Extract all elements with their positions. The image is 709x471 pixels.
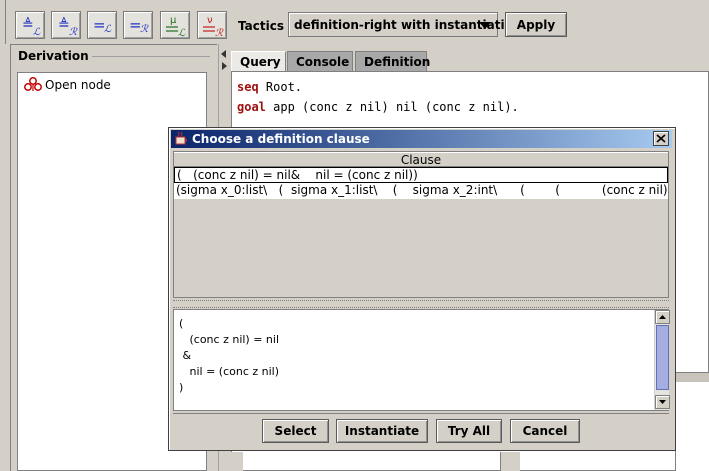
tactics-label: Tactics	[238, 19, 284, 33]
clause-table-empty-area	[174, 199, 668, 297]
dialog-split-divider[interactable]	[173, 300, 669, 308]
svg-text:ℒ: ℒ	[178, 28, 186, 39]
svg-text:ℛ: ℛ	[69, 27, 78, 38]
def-left-icon: ≜ ℒ	[22, 17, 41, 38]
detail-scrollbar[interactable]	[654, 310, 670, 410]
clause-column-header[interactable]: Clause	[174, 152, 668, 167]
panel-divider[interactable]	[675, 372, 709, 382]
open-node-icon	[24, 77, 42, 91]
eq-right-icon: = ℛ	[129, 16, 149, 35]
def-left-button[interactable]: ≜ ℒ	[15, 11, 45, 39]
svg-text:ℛ: ℛ	[215, 28, 224, 39]
clause-detail-line: &	[179, 349, 192, 362]
tab-console[interactable]: Console	[287, 51, 353, 71]
query-text: Root.	[258, 80, 303, 94]
cancel-button[interactable]: Cancel	[510, 419, 580, 443]
dialog-title: Choose a definition clause	[192, 132, 370, 146]
try-all-button[interactable]: Try All	[436, 419, 502, 443]
svg-text:ℛ: ℛ	[140, 24, 149, 35]
select-button[interactable]: Select	[262, 419, 329, 443]
lower-panel	[675, 382, 709, 471]
left-scrollbar[interactable]	[221, 452, 243, 471]
query-line: goal app (conc z nil) nil (conc z nil).	[237, 100, 519, 114]
nu-right-button[interactable]: ν ℛ	[197, 11, 227, 39]
eq-left-button[interactable]: = ℒ	[87, 11, 117, 39]
derivation-title-rule	[80, 56, 210, 57]
apply-button[interactable]: Apply	[505, 12, 567, 37]
svg-text:μ: μ	[170, 15, 177, 26]
scroll-up-button[interactable]	[655, 310, 670, 324]
svg-text:ℒ: ℒ	[104, 24, 112, 35]
scroll-down-button[interactable]	[655, 395, 670, 409]
svg-text:ℒ: ℒ	[33, 27, 41, 38]
collapse-left-icon[interactable]	[221, 50, 226, 58]
scroll-thumb[interactable]	[656, 325, 669, 390]
nu-right-icon: ν ℛ	[203, 15, 224, 39]
query-text: app (conc z nil) nil (conc z nil).	[265, 100, 519, 114]
svg-text:ν: ν	[207, 15, 213, 26]
clause-detail-line: nil = (conc z nil)	[179, 365, 280, 378]
query-line: seq Root.	[237, 80, 302, 94]
toolbar-edge	[0, 0, 6, 44]
clause-row[interactable]: (sigma x_0:list\ ( sigma x_1:list\ ( sig…	[174, 183, 668, 199]
clause-detail-line: )	[179, 381, 184, 394]
open-node-label[interactable]: Open node	[45, 78, 111, 92]
close-icon	[656, 134, 666, 143]
dialog-close-button[interactable]	[653, 131, 669, 146]
clause-row[interactable]: ( (conc z nil) = nil& nil = (conc z nil)…	[174, 167, 668, 183]
clause-detail-line: (conc z nil) = nil	[179, 333, 280, 346]
arrow-up-icon	[659, 315, 666, 319]
tab-definition[interactable]: Definition	[355, 51, 430, 71]
query-keyword: seq	[237, 80, 259, 94]
def-right-icon: ≜ ℛ	[58, 17, 78, 38]
derivation-title: Derivation	[18, 49, 92, 63]
eq-right-button[interactable]: = ℛ	[123, 11, 153, 39]
dropdown-arrow-icon	[479, 22, 491, 29]
tactic-select[interactable]: definition-right with instantiation	[288, 12, 521, 37]
eq-left-icon: = ℒ	[93, 16, 112, 35]
instantiate-button[interactable]: Instantiate	[336, 419, 428, 443]
query-keyword: goal	[237, 100, 266, 114]
arrow-down-icon	[659, 400, 666, 404]
java-cup-icon	[175, 131, 187, 145]
mu-left-icon: μ ℒ	[166, 15, 186, 39]
def-right-button[interactable]: ≜ ℛ	[51, 11, 81, 39]
mu-left-button[interactable]: μ ℒ	[160, 11, 190, 39]
tab-query[interactable]: Query	[231, 51, 286, 71]
svg-text:≜: ≜	[58, 17, 70, 33]
clause-detail-text[interactable]	[173, 309, 669, 411]
svg-text:≜: ≜	[22, 17, 34, 33]
collapse-right-icon[interactable]	[222, 62, 227, 70]
right-scrollbar[interactable]	[500, 452, 520, 471]
clause-detail-line: (	[179, 317, 184, 330]
